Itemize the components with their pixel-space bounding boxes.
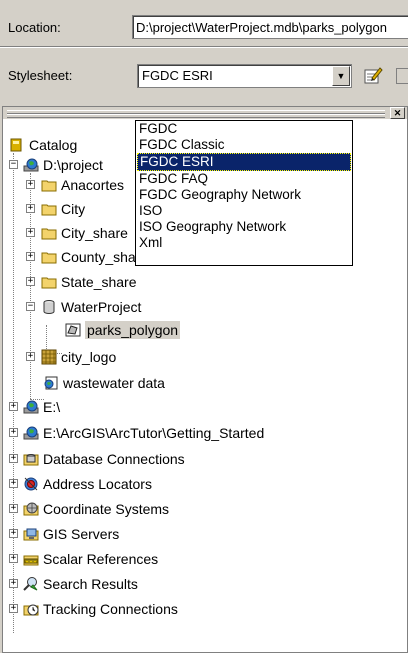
panel-title-grip[interactable]: ✕	[3, 107, 407, 119]
expand-icon[interactable]: +	[9, 554, 18, 563]
tree-node-gis-servers[interactable]: + GIS Servers	[3, 524, 403, 544]
tree-node-coordinate-systems[interactable]: + Coordinate Systems	[3, 499, 403, 519]
tree-node-scalar-references[interactable]: + Scalar References	[3, 549, 403, 569]
chevron-down-icon[interactable]: ▼	[332, 66, 350, 86]
collapse-icon[interactable]: −	[9, 160, 18, 169]
stylesheet-option[interactable]: Xml	[136, 235, 352, 251]
folder-icon	[41, 204, 57, 216]
folder-icon	[41, 252, 57, 264]
tree-node-tracking-connections[interactable]: + Tracking Connections	[3, 599, 403, 619]
expand-icon[interactable]: +	[9, 454, 18, 463]
tree-node-geodatabase[interactable]: − WaterProject	[3, 297, 403, 317]
tree-label: D:\project	[43, 157, 103, 173]
stylesheet-option[interactable]: FGDC	[136, 121, 352, 137]
expand-icon[interactable]: +	[9, 504, 18, 513]
tree-label: E:\	[43, 399, 61, 415]
stylesheet-label: Stylesheet:	[8, 68, 73, 83]
expand-icon[interactable]: +	[26, 277, 35, 286]
expand-icon[interactable]: +	[26, 352, 35, 361]
tree-node-feature-class-selected[interactable]: parks_polygon	[3, 320, 403, 340]
tree-label: City	[61, 201, 86, 217]
tree-label: Search Results	[43, 576, 138, 592]
tree-label: Address Locators	[43, 476, 152, 492]
scalar-references-icon	[23, 555, 39, 566]
layer-file-icon	[44, 376, 58, 390]
stylesheet-option-highlighted[interactable]: FGDC ESRI	[137, 153, 351, 171]
tree-node-database-connections[interactable]: + Database Connections	[3, 449, 403, 469]
edit-metadata-icon[interactable]	[362, 64, 384, 86]
expand-icon[interactable]: +	[9, 479, 18, 488]
expand-icon[interactable]: +	[26, 204, 35, 213]
tree-label: City_share	[61, 225, 128, 241]
tree-label: WaterProject	[61, 299, 142, 315]
stylesheet-dropdown-list[interactable]: FGDC FGDC Classic FGDC ESRI FGDC FAQ FGD…	[135, 120, 353, 266]
stylesheet-option[interactable]: FGDC Geography Network	[136, 187, 352, 203]
tree-node-raster[interactable]: + city_logo	[3, 347, 403, 367]
expand-icon[interactable]: +	[26, 252, 35, 261]
raster-icon	[41, 349, 57, 365]
expand-icon[interactable]: +	[9, 529, 18, 538]
tree-label: city_logo	[61, 349, 117, 365]
tree-label: Tracking Connections	[43, 601, 178, 617]
close-icon[interactable]: ✕	[390, 107, 405, 119]
tree-node-folder-connection[interactable]: + E:\ArcGIS\ArcTutor\Getting_Started	[3, 423, 403, 443]
tree-label: GIS Servers	[43, 526, 120, 542]
tree-node-folder[interactable]: + State_share	[3, 272, 403, 292]
gis-servers-icon	[23, 528, 39, 541]
tracking-connections-icon	[23, 604, 39, 616]
drive-globe-icon	[23, 400, 39, 414]
tree-label: Database Connections	[43, 451, 185, 467]
stylesheet-option[interactable]: FGDC Classic	[136, 137, 352, 153]
expand-icon[interactable]: +	[26, 228, 35, 237]
tree-label: Catalog	[29, 137, 78, 153]
folder-icon	[41, 277, 57, 289]
tree-node-search-results[interactable]: + Search Results	[3, 574, 403, 594]
collapse-icon[interactable]: −	[26, 302, 35, 311]
database-connections-icon	[23, 454, 39, 466]
properties-button[interactable]	[396, 68, 408, 84]
stylesheet-option[interactable]: ISO Geography Network	[136, 219, 352, 235]
stylesheet-selected-value: FGDC ESRI	[142, 68, 213, 83]
expand-icon[interactable]: +	[9, 428, 18, 437]
coordinate-systems-icon	[23, 502, 39, 516]
stylesheet-select[interactable]: FGDC ESRI ▼	[137, 64, 352, 88]
expand-icon[interactable]: +	[9, 579, 18, 588]
tree-label: Anacortes	[61, 177, 125, 193]
stylesheet-option[interactable]: ISO	[136, 203, 352, 219]
folder-icon	[41, 228, 57, 240]
catalog-icon	[10, 138, 22, 152]
search-results-icon	[23, 577, 38, 591]
polygon-feature-class-icon	[65, 323, 81, 337]
tree-label: wastewater data	[63, 375, 165, 391]
tree-node-e-drive[interactable]: + E:\	[3, 397, 403, 417]
expand-icon[interactable]: +	[9, 604, 18, 613]
tree-label: Coordinate Systems	[43, 501, 170, 517]
stylesheet-bar: Stylesheet: FGDC ESRI ▼	[0, 47, 408, 95]
location-bar: Location: D:\project\WaterProject.mdb\pa…	[0, 0, 408, 47]
expand-icon[interactable]: +	[9, 402, 18, 411]
tree-label: State_share	[61, 274, 137, 290]
stylesheet-option[interactable]: FGDC FAQ	[136, 171, 352, 187]
location-label: Location:	[8, 20, 61, 35]
tree-label: parks_polygon	[85, 321, 181, 339]
folder-icon	[41, 180, 57, 192]
tree-node-layer-file[interactable]: wastewater data	[3, 373, 403, 393]
tree-label: Scalar References	[43, 551, 159, 567]
address-locators-icon	[24, 477, 38, 491]
location-field[interactable]: D:\project\WaterProject.mdb\parks_polygo…	[132, 15, 408, 39]
tree-node-address-locators[interactable]: + Address Locators	[3, 474, 403, 494]
drive-globe-icon	[23, 158, 39, 172]
expand-icon[interactable]: +	[26, 180, 35, 189]
geodatabase-icon	[43, 300, 55, 314]
tree-label: E:\ArcGIS\ArcTutor\Getting_Started	[43, 425, 265, 441]
drive-globe-icon	[23, 426, 39, 440]
